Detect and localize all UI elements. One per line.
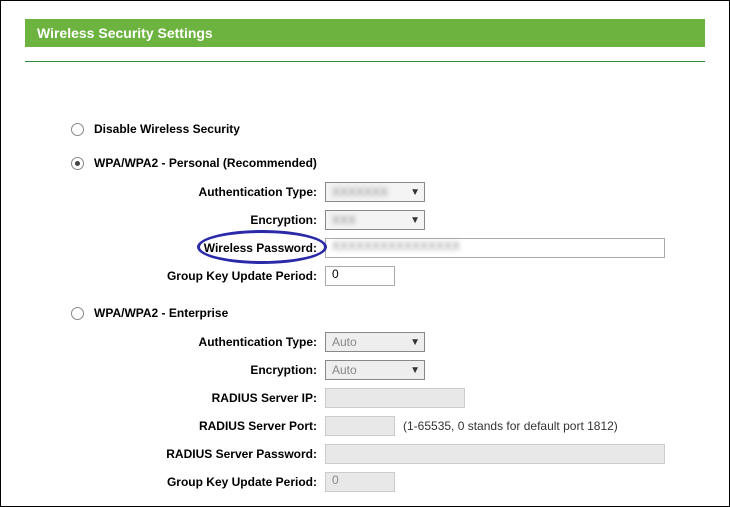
- wireless-password-input[interactable]: XXXXXXXXXXXXXXXX: [325, 238, 665, 258]
- radius-port-label: RADIUS Server Port:: [25, 419, 325, 433]
- wireless-password-label: Wireless Password:: [25, 241, 325, 255]
- auth-type-select[interactable]: XXXXXXX ▼: [325, 182, 425, 202]
- page-title: Wireless Security Settings: [37, 25, 213, 41]
- page-title-bar: Wireless Security Settings: [25, 19, 705, 47]
- radius-port-input[interactable]: [325, 416, 395, 436]
- auth-type-value: XXXXXXX: [332, 185, 388, 199]
- group-key-input[interactable]: 0: [325, 266, 395, 286]
- radio-disable-security-label: Disable Wireless Security: [94, 122, 240, 136]
- wireless-password-value: XXXXXXXXXXXXXXXX: [332, 239, 460, 253]
- ent-group-key-label: Group Key Update Period:: [25, 475, 325, 489]
- ent-encryption-select[interactable]: Auto ▼: [325, 360, 425, 380]
- ent-auth-type-label: Authentication Type:: [25, 335, 325, 349]
- encryption-value: XXX: [332, 213, 356, 227]
- ent-encryption-value: Auto: [332, 363, 357, 377]
- auth-type-label: Authentication Type:: [25, 185, 325, 199]
- radio-disable-security[interactable]: [71, 123, 84, 136]
- radio-wpa-enterprise-label: WPA/WPA2 - Enterprise: [94, 306, 228, 320]
- group-key-label: Group Key Update Period:: [25, 269, 325, 283]
- ent-group-key-input[interactable]: 0: [325, 472, 395, 492]
- chevron-down-icon: ▼: [410, 337, 420, 348]
- encryption-select[interactable]: XXX ▼: [325, 210, 425, 230]
- ent-auth-type-value: Auto: [332, 335, 357, 349]
- ent-encryption-label: Encryption:: [25, 363, 325, 377]
- chevron-down-icon: ▼: [410, 187, 420, 198]
- divider: [25, 61, 705, 62]
- group-key-value: 0: [332, 267, 339, 281]
- radio-wpa-enterprise[interactable]: [71, 307, 84, 320]
- radius-ip-input[interactable]: [325, 388, 465, 408]
- chevron-down-icon: ▼: [410, 365, 420, 376]
- ent-auth-type-select[interactable]: Auto ▼: [325, 332, 425, 352]
- radius-password-label: RADIUS Server Password:: [25, 447, 325, 461]
- ent-group-key-value: 0: [332, 473, 339, 487]
- chevron-down-icon: ▼: [410, 215, 420, 226]
- radius-ip-label: RADIUS Server IP:: [25, 391, 325, 405]
- radius-password-input[interactable]: [325, 444, 665, 464]
- radius-port-hint: (1-65535, 0 stands for default port 1812…: [403, 419, 618, 433]
- encryption-label: Encryption:: [25, 213, 325, 227]
- radio-wpa-personal-label: WPA/WPA2 - Personal (Recommended): [94, 156, 317, 170]
- radio-wpa-personal[interactable]: [71, 157, 84, 170]
